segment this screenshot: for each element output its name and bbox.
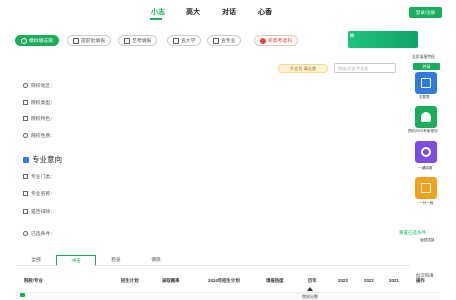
side-item-expert[interactable] [415, 106, 437, 128]
selected-conditions: 已选条件： [23, 230, 55, 237]
search-input[interactable]: 院校/大学/专业名 [334, 63, 396, 73]
pill-label: 新高考选科 [268, 39, 292, 44]
reset-conditions-link[interactable]: 重置已选条件 [399, 230, 426, 236]
school-icon [173, 37, 179, 44]
person-icon [421, 112, 431, 122]
nav-item-duihua[interactable]: 对话 [222, 7, 236, 17]
pill-label: 提前批填报 [81, 39, 105, 44]
filter-label: 院校特色： [31, 117, 55, 122]
filter-label: 专业门类： [31, 175, 55, 180]
back-to-top-link[interactable]: 返回顶部 [420, 238, 434, 243]
section-title-text: 专业意向 [32, 155, 62, 164]
row-cell: 院校分数 [302, 294, 318, 299]
nav-item-gaoda[interactable]: 高大 [186, 7, 200, 17]
target-icon [421, 147, 431, 157]
tag-icon [23, 191, 28, 196]
filter-major-name[interactable]: 专业名称： [23, 190, 55, 197]
col-school-major: 院校/专业 [24, 278, 43, 283]
reach-badge [20, 293, 25, 297]
col-plan-code: 招生计划 [121, 278, 139, 283]
table-header: 院校/专业 招生计划 录取概率 2024年招生计划 填报热度 历年 2023 2… [16, 270, 440, 292]
col-action: 操作 [416, 278, 425, 283]
side-label: 志愿表 [419, 95, 430, 99]
promo-caption: 志愿填报特权 [412, 55, 435, 59]
filter-nature[interactable]: 院校性质： [23, 132, 55, 139]
pill-search-major[interactable]: 查专业 [207, 35, 242, 46]
cursor-icon [307, 287, 313, 291]
list-icon [23, 174, 28, 179]
login-button[interactable]: 登录/注册 [409, 7, 442, 18]
filter-label: 是否排除： [31, 210, 55, 215]
filter-exclude[interactable]: 是否排除： [23, 208, 55, 215]
exclude-icon [23, 209, 28, 214]
table-row[interactable] [16, 292, 440, 300]
book-icon [213, 37, 219, 44]
tab-reach[interactable]: 冲击 [56, 255, 96, 266]
target-icon [21, 37, 27, 44]
pill-label: 模拟填志愿 [29, 39, 53, 44]
side-label: 预约2023专家规划 [408, 129, 438, 133]
vip-fill-label: 开会员 填志愿 [289, 65, 317, 71]
filter-label: 院校性质： [31, 134, 55, 139]
major-icon [23, 156, 29, 163]
tab-all[interactable]: 全部 [16, 255, 56, 266]
tab-stable[interactable]: 稳妥 [96, 255, 136, 266]
filter-location[interactable]: 院校地区： [23, 82, 55, 89]
feature-icon [23, 116, 28, 121]
selected-label: 已选条件： [31, 232, 55, 237]
side-panel-title: 特录 [413, 63, 440, 70]
top-nav: 小志 高大 对话 心香 登录/注册 [0, 0, 456, 26]
side-label: 一键填报 [418, 166, 433, 170]
list-icon [421, 78, 431, 88]
col-2024-plan: 2024年招生计划 [208, 278, 240, 283]
filter-major-category[interactable]: 专业门类： [23, 173, 55, 180]
pill-label: 艺考填报 [132, 39, 152, 44]
side-item-one-click[interactable] [415, 141, 437, 163]
filter-label: 专业名称： [31, 192, 55, 197]
side-item-score-rank[interactable] [415, 177, 437, 199]
result-tabs: 全部 冲击 稳妥 保底 [16, 255, 410, 266]
pill-new-gaokao[interactable]: 新高考选科 [254, 35, 298, 46]
nav-item-xinxiang[interactable]: 心香 [258, 7, 272, 17]
col-heat: 填报热度 [266, 278, 284, 283]
side-item-wishlist[interactable] [415, 72, 437, 94]
pill-art-exam[interactable]: 艺考填报 [118, 35, 158, 46]
filter-label: 院校地区： [31, 84, 55, 89]
major-intent-title: 专业意向 [23, 154, 62, 165]
vip-fill-button[interactable]: 开会员 填志愿 [278, 64, 328, 73]
col-2023: 2023 [338, 278, 348, 283]
pill-simulate-fill[interactable]: 模拟填志愿 [15, 35, 59, 46]
promo-tag: 特 [350, 33, 354, 38]
location-icon [23, 83, 28, 88]
filter-panel [16, 56, 410, 246]
document-icon [73, 37, 79, 44]
pill-early-batch[interactable]: 提前批填报 [67, 35, 111, 46]
pill-search-university[interactable]: 查大学 [167, 35, 202, 46]
col-history: 历年 [308, 278, 317, 283]
promo-banner[interactable]: 特 [348, 31, 418, 48]
chart-icon [421, 183, 431, 193]
grid-icon [23, 100, 28, 105]
check-circle-icon [23, 231, 28, 236]
col-probability: 录取概率 [162, 278, 180, 283]
pill-label: 查专业 [221, 39, 236, 44]
filter-feature[interactable]: 院校特色： [23, 115, 55, 122]
nav-item-xiaozhi[interactable]: 小志 [151, 7, 165, 17]
filter-label: 院校类型： [31, 101, 55, 106]
nature-icon [23, 133, 28, 138]
red-dot-icon [260, 37, 266, 44]
tab-safe[interactable]: 保底 [136, 255, 176, 266]
col-2021: 2021 [389, 278, 399, 283]
col-2022: 2022 [364, 278, 374, 283]
side-label: 一分一段 [419, 201, 434, 205]
nav-active-underline [150, 18, 162, 20]
palette-icon [124, 37, 130, 44]
filter-type[interactable]: 院校类型： [23, 99, 55, 106]
pill-label: 查大学 [181, 39, 196, 44]
